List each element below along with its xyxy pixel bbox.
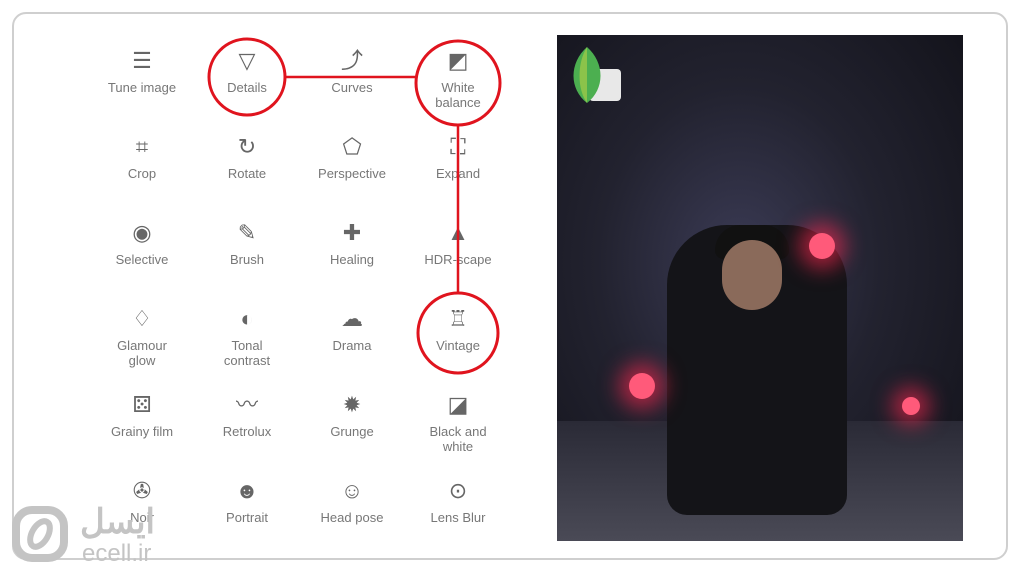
selective-icon: ◉ [132, 220, 152, 245]
lamp-icon: ♖ [448, 306, 468, 331]
tool-drama[interactable]: ☁ Drama [300, 306, 404, 353]
tool-crop[interactable]: ⌗ Crop [90, 134, 194, 181]
tool-curves[interactable]: ⤴ Curves [300, 48, 404, 95]
mustache-icon: 〰 [235, 392, 258, 417]
tool-label: Drama [332, 338, 372, 353]
tool-label: Curves [331, 80, 373, 95]
tool-glamour-glow[interactable]: ♢ Glamour glow [90, 306, 194, 368]
tool-grunge[interactable]: ✹ Grunge [300, 392, 404, 439]
black-white-icon: ◪ [447, 392, 469, 417]
tool-label: Portrait [226, 510, 268, 525]
tool-label: Rotate [227, 166, 267, 181]
healing-icon: ✚ [342, 220, 362, 245]
tool-label: Retrolux [222, 424, 272, 439]
tool-head-pose[interactable]: ☺ Head pose [300, 478, 404, 525]
triangle-down-icon: ▽ [238, 48, 256, 73]
cloud-icon: ☁ [341, 306, 363, 331]
lens-blur-icon: ⊙ [448, 478, 468, 503]
tool-label: Tune image [107, 80, 177, 95]
butterfly-glow [902, 397, 920, 415]
face-icon: ☻ [235, 478, 259, 503]
tool-lens-blur[interactable]: ⊙ Lens Blur [406, 478, 510, 525]
tool-details[interactable]: ▽ Details [195, 48, 299, 95]
butterfly-glow [809, 233, 835, 259]
tool-label: HDR-scape [424, 252, 492, 267]
tool-label: Glamour glow [117, 338, 167, 368]
mountain-icon: ▲ [447, 220, 469, 245]
diamond-icon: ♢ [132, 306, 152, 331]
tool-label: Crop [127, 166, 157, 181]
tool-label: Head pose [320, 510, 384, 525]
white-balance-icon: ◩ [447, 48, 469, 73]
perspective-icon: ⬠ [342, 134, 362, 159]
tool-label: Expand [435, 166, 481, 181]
head-pose-icon: ☺ [340, 478, 364, 503]
tool-label: Brush [230, 252, 264, 267]
tool-retrolux[interactable]: 〰 Retrolux [195, 392, 299, 439]
photo-head [722, 240, 782, 310]
expand-icon: ⛶ [450, 134, 466, 159]
tool-label: Selective [115, 252, 169, 267]
tool-label: Grainy film [110, 424, 174, 439]
tool-perspective[interactable]: ⬠ Perspective [300, 134, 404, 181]
crop-icon: ⌗ [135, 134, 149, 159]
tool-rotate[interactable]: ↻ Rotate [195, 134, 299, 181]
tool-hdr-scape[interactable]: ▲ HDR-scape [406, 220, 510, 267]
tool-label: Lens Blur [430, 510, 486, 525]
tool-selective[interactable]: ◉ Selective [90, 220, 194, 267]
preview-photo [557, 35, 963, 541]
brush-icon: ✎ [237, 220, 257, 245]
tool-white-balance[interactable]: ◩ White balance [406, 48, 510, 110]
tool-brush[interactable]: ✎ Brush [195, 220, 299, 267]
tool-label: Grunge [330, 424, 374, 439]
tool-expand[interactable]: ⛶ Expand [406, 134, 510, 181]
tool-label: Healing [329, 252, 375, 267]
watermark-logo-icon [12, 506, 68, 562]
tool-vintage[interactable]: ♖ Vintage [406, 306, 510, 353]
grunge-icon: ✹ [342, 392, 362, 417]
tool-label: Perspective [318, 166, 386, 181]
tool-label: Black and white [429, 424, 487, 454]
tool-grainy-film[interactable]: ⚄ Grainy film [90, 392, 194, 439]
tool-label: Details [227, 80, 267, 95]
tool-label: Tonal contrast [223, 338, 271, 368]
tool-portrait[interactable]: ☻ Portrait [195, 478, 299, 525]
tonal-contrast-icon: ◐ [240, 306, 254, 331]
tool-tune-image[interactable]: ☰ Tune image [90, 48, 194, 95]
rotate-icon: ↻ [237, 134, 257, 159]
butterfly-glow [629, 373, 655, 399]
watermark-persian: ایسل [80, 503, 155, 541]
sliders-icon: ☰ [132, 48, 152, 73]
snapseed-logo-icon [573, 47, 621, 103]
watermark: ایسل ecell.ir [10, 500, 180, 570]
tool-tonal-contrast[interactable]: ◐ Tonal contrast [195, 306, 299, 368]
watermark-latin: ecell.ir [82, 540, 152, 567]
tool-healing[interactable]: ✚ Healing [300, 220, 404, 267]
tool-black-and-white[interactable]: ◪ Black and white [406, 392, 510, 454]
tool-label: White balance [435, 80, 481, 110]
tool-label: Vintage [436, 338, 480, 353]
grain-icon: ⚄ [132, 392, 152, 417]
curves-icon: ⤴ [340, 48, 363, 73]
